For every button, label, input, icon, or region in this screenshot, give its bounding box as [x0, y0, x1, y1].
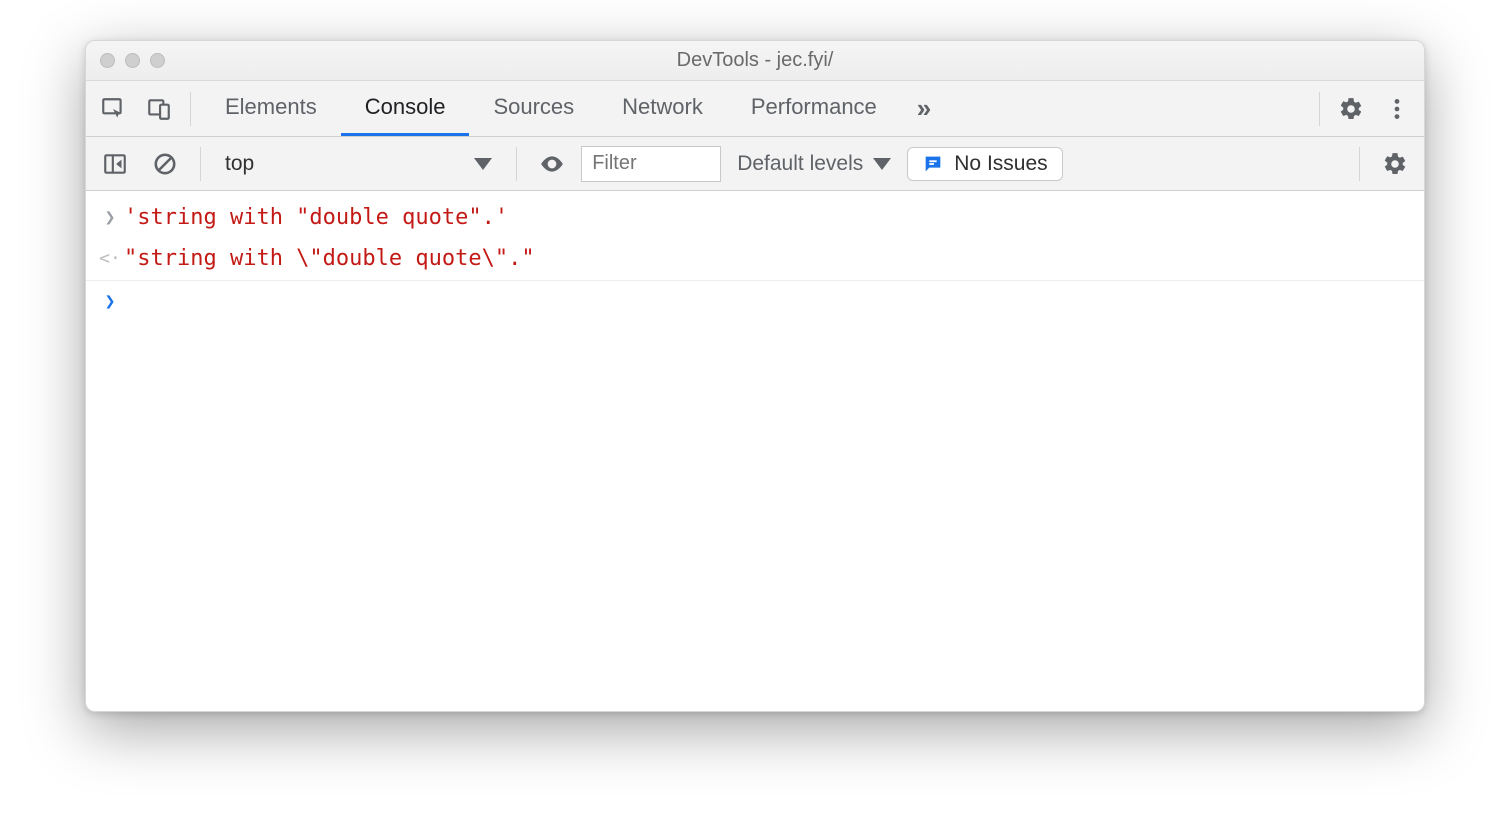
console-output-line: <· "string with \"double quote\".": [86, 238, 1424, 280]
inspect-element-icon[interactable]: [92, 88, 134, 130]
console-prompt[interactable]: ❯: [86, 281, 1424, 320]
titlebar: DevTools - jec.fyi/: [86, 41, 1424, 81]
issues-icon: [922, 153, 944, 175]
context-label: top: [225, 152, 254, 176]
tab-sources[interactable]: Sources: [469, 81, 598, 136]
console-sidebar-toggle-icon[interactable]: [94, 143, 136, 185]
devtools-window: DevTools - jec.fyi/ Elements Console Sou…: [85, 40, 1425, 712]
prompt-chevron-icon: ❯: [96, 283, 124, 318]
separator: [1359, 147, 1360, 181]
tab-network[interactable]: Network: [598, 81, 727, 136]
separator: [190, 92, 191, 126]
console-toolbar: top Default levels No Issues: [86, 137, 1424, 191]
more-tabs-icon[interactable]: »: [905, 93, 941, 124]
issues-button[interactable]: No Issues: [907, 147, 1062, 181]
tab-console[interactable]: Console: [341, 81, 470, 136]
console-input-line: ❯ 'string with "double quote".': [86, 197, 1424, 238]
kebab-menu-icon[interactable]: [1376, 88, 1418, 130]
separator: [1319, 92, 1320, 126]
console-text: "string with \"double quote\".": [124, 240, 535, 277]
chevron-down-icon: [873, 158, 891, 170]
filter-input[interactable]: [581, 146, 721, 182]
live-expression-eye-icon[interactable]: [531, 143, 573, 185]
levels-label: Default levels: [737, 152, 863, 176]
tab-performance[interactable]: Performance: [727, 81, 901, 136]
issues-label: No Issues: [954, 152, 1047, 176]
clear-console-icon[interactable]: [144, 143, 186, 185]
separator: [516, 147, 517, 181]
separator: [200, 147, 201, 181]
settings-gear-icon[interactable]: [1330, 88, 1372, 130]
main-tabs-row: Elements Console Sources Network Perform…: [86, 81, 1424, 137]
tab-elements[interactable]: Elements: [201, 81, 341, 136]
output-chevron-icon: <·: [96, 240, 124, 275]
device-toolbar-icon[interactable]: [138, 88, 180, 130]
execution-context-select[interactable]: top: [215, 152, 502, 176]
console-output: ❯ 'string with "double quote".' <· "stri…: [86, 191, 1424, 711]
log-levels-select[interactable]: Default levels: [729, 152, 899, 176]
chevron-down-icon: [474, 158, 492, 170]
console-text: 'string with "double quote".': [124, 199, 508, 236]
console-settings-gear-icon[interactable]: [1374, 143, 1416, 185]
panel-tabs: Elements Console Sources Network Perform…: [201, 81, 901, 136]
input-chevron-icon: ❯: [96, 199, 124, 234]
window-title: DevTools - jec.fyi/: [86, 49, 1424, 72]
